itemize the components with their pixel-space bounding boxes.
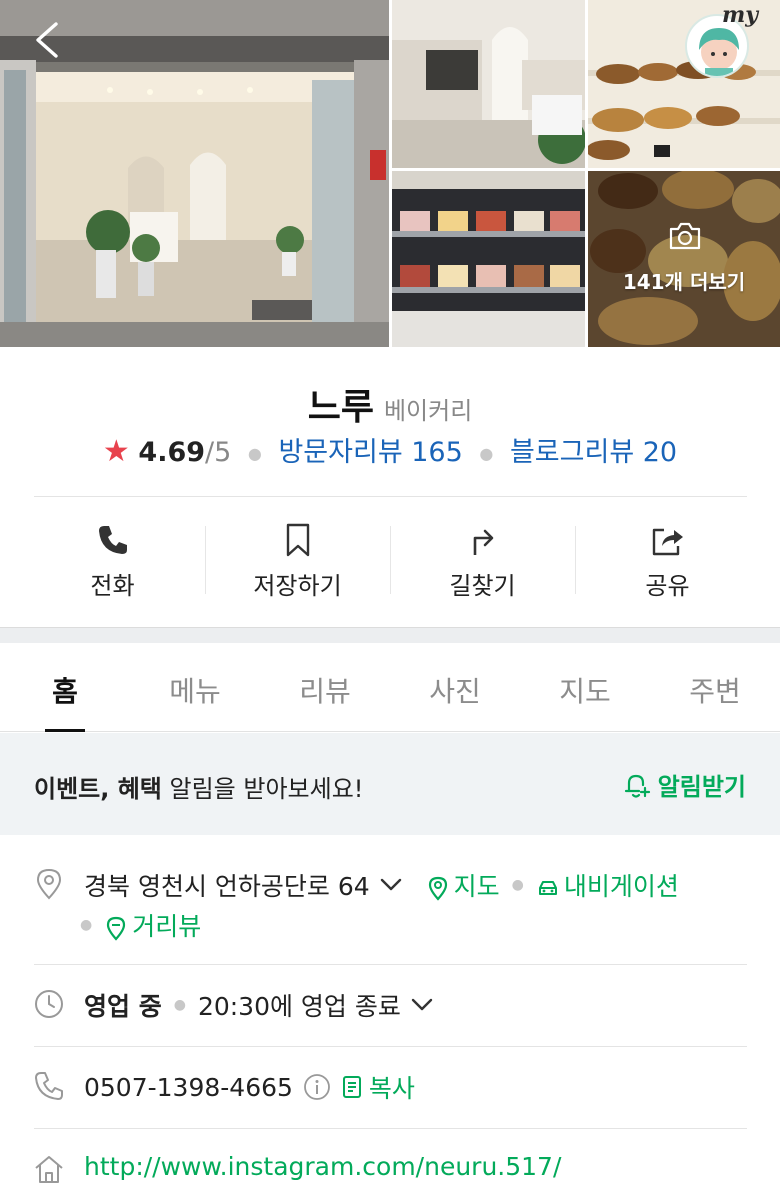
separator-dot: ● (247, 444, 262, 463)
rating-score: 4.69 (138, 437, 206, 468)
action-bar: 전화 저장하기 길찾기 공유 (20, 498, 760, 623)
phone-line: 0507-1398-4665 복사 (84, 1069, 415, 1105)
more-photos-label: 141개 더보기 (622, 270, 746, 294)
copy-icon (342, 1076, 361, 1098)
directions-icon (473, 529, 493, 555)
camera-icon (669, 222, 701, 250)
divider (34, 1128, 747, 1129)
info-icon[interactable] (303, 1073, 331, 1101)
directions-label: 길찾기 (449, 572, 516, 600)
phone-number[interactable]: 0507-1398-4665 (84, 1073, 293, 1102)
website-line: http://www.instagram.com/neuru.517/ (84, 1152, 561, 1181)
visitor-reviews-link[interactable]: 방문자리뷰 165 (278, 437, 462, 468)
tab-menu[interactable]: 메뉴 (130, 643, 260, 731)
place-title: 느루 베이커리 (0, 378, 780, 430)
map-pin-icon (428, 876, 447, 901)
notice-text: 알림을 받아보세요! (161, 775, 364, 803)
address-line-2: ● 거리뷰 (80, 907, 201, 943)
separator-dot: ● (173, 997, 186, 1013)
street-view-icon (107, 916, 126, 941)
rating-row: ★ 4.69/5 ● 방문자리뷰 165 ● 블로그리뷰 20 (0, 430, 780, 469)
home-icon (35, 1156, 63, 1183)
business-status: 영업 중 (84, 992, 162, 1021)
map-link[interactable]: 지도 (426, 867, 500, 903)
save-button[interactable]: 저장하기 (205, 498, 390, 623)
tab-map[interactable]: 지도 (520, 643, 650, 731)
separator-dot: ● (511, 877, 524, 893)
rating-scale: /5 (205, 437, 232, 468)
closing-time: 20:30에 영업 종료 (197, 992, 401, 1021)
back-arrow-icon (36, 22, 58, 58)
hours-row[interactable]: 영업 중 ● 20:30에 영업 종료 (0, 985, 780, 1045)
bell-plus-icon (624, 774, 650, 798)
phone-row: 0507-1398-4665 복사 (0, 1067, 780, 1127)
navigation-link[interactable]: 내비게이션 (536, 867, 679, 903)
tab-bar: 홈 메뉴 리뷰 사진 지도 주변 (0, 643, 780, 732)
location-pin-icon (36, 868, 62, 900)
place-name: 느루 (307, 387, 374, 428)
tab-home[interactable]: 홈 (0, 643, 130, 732)
place-category: 베이커리 (383, 397, 473, 425)
star-icon: ★ (102, 434, 130, 469)
tab-nearby[interactable]: 주변 (650, 643, 780, 731)
website-link[interactable]: http://www.instagram.com/neuru.517/ (84, 1152, 561, 1181)
call-label: 전화 (90, 572, 135, 600)
clock-icon (35, 990, 63, 1018)
address-line: 경북 영천시 언하공단로 64 지도 ● 내비게이션 (84, 867, 679, 903)
tab-reviews[interactable]: 리뷰 (260, 643, 390, 731)
chevron-down-icon[interactable] (411, 998, 433, 1012)
back-button[interactable] (28, 18, 68, 62)
my-label: my (722, 2, 759, 28)
notice-message: 이벤트, 혜택 알림을 받아보세요! (34, 769, 363, 804)
phone-icon (35, 1072, 63, 1100)
blog-reviews-link[interactable]: 블로그리뷰 20 (510, 437, 677, 468)
bookmark-icon (286, 523, 309, 557)
divider (34, 496, 747, 497)
event-notice-banner: 이벤트, 혜택 알림을 받아보세요! 알림받기 (0, 733, 780, 835)
copy-label: 복사 (368, 1074, 415, 1103)
address-row: 경북 영천시 언하공단로 64 지도 ● 내비게이션 ● 거리뷰 (0, 865, 780, 965)
divider (34, 964, 747, 965)
directions-button[interactable]: 길찾기 (390, 498, 575, 623)
copy-phone-button[interactable]: 복사 (341, 1069, 415, 1105)
tab-photos[interactable]: 사진 (390, 643, 520, 731)
interior-photo[interactable] (392, 0, 585, 168)
divider (34, 1046, 747, 1047)
separator-dot: ● (479, 444, 494, 463)
call-button[interactable]: 전화 (20, 498, 205, 623)
share-icon (652, 528, 683, 556)
notice-bold-text: 이벤트, 혜택 (34, 775, 162, 803)
street-view-link[interactable]: 거리뷰 (104, 907, 201, 943)
more-photos-button[interactable]: 141개 더보기 (588, 171, 780, 347)
share-button[interactable]: 공유 (575, 498, 760, 623)
hours-line: 영업 중 ● 20:30에 영업 종료 (84, 987, 433, 1023)
website-row: http://www.instagram.com/neuru.517/ (0, 1150, 780, 1200)
subscribe-alarm-label: 알림받기 (657, 773, 746, 801)
photo-gallery: 141개 더보기 my (0, 0, 780, 347)
car-icon (538, 881, 557, 895)
address-text: 경북 영천시 언하공단로 64 (84, 872, 370, 901)
chevron-down-icon[interactable] (380, 878, 402, 892)
navigation-link-label: 내비게이션 (563, 872, 679, 901)
my-profile-button[interactable]: my (684, 2, 758, 78)
street-view-label: 거리뷰 (132, 912, 202, 941)
dessert-case-photo[interactable] (392, 171, 585, 347)
save-label: 저장하기 (253, 572, 342, 600)
subscribe-alarm-button[interactable]: 알림받기 (622, 767, 746, 802)
section-gap (0, 627, 780, 643)
map-link-label: 지도 (453, 872, 500, 901)
separator-dot: ● (80, 917, 93, 933)
phone-icon (98, 526, 127, 554)
share-label: 공유 (645, 572, 690, 600)
